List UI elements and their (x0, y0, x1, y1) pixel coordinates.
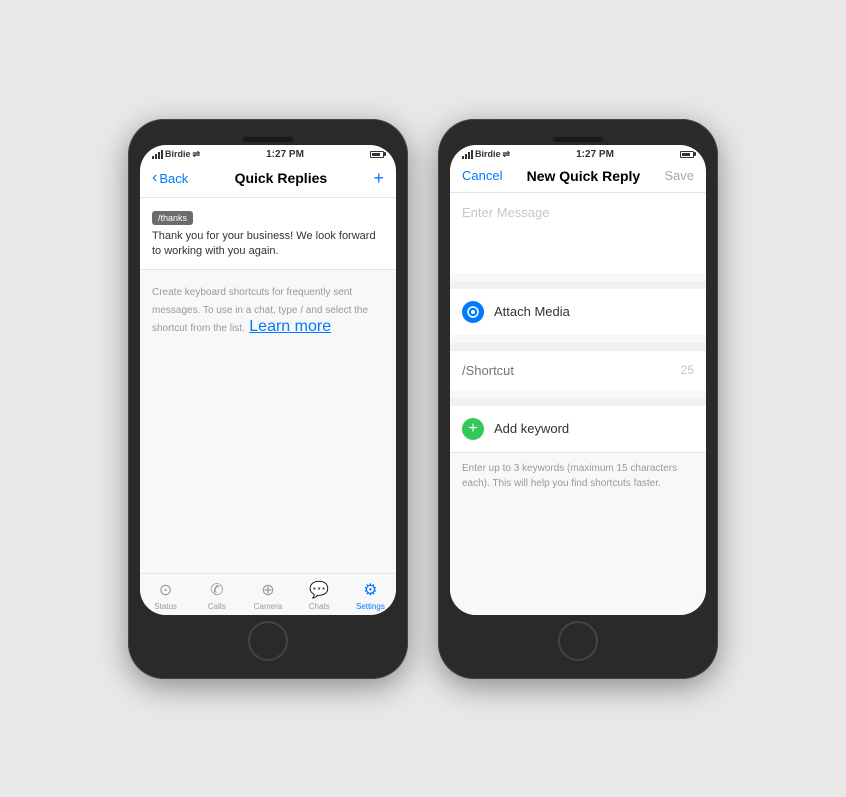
add-keyword-label: Add keyword (494, 421, 569, 436)
calls-tab-label: Calls (208, 602, 226, 611)
shortcut-tag: /thanks (152, 211, 193, 225)
keyword-hint-text: Enter up to 3 keywords (maximum 15 chara… (462, 461, 694, 491)
battery-fill-2 (682, 153, 690, 156)
signal-bars-1 (152, 150, 163, 159)
battery-fill-1 (372, 153, 380, 156)
add-reply-button[interactable]: + (373, 168, 384, 189)
battery-tip-1 (384, 152, 386, 156)
time-1: 1:27 PM (266, 149, 304, 160)
signal-bar-3 (158, 152, 160, 159)
learn-more-link[interactable]: Learn more (249, 318, 331, 335)
phones-container: Birdie ⇌ 1:27 PM ‹ Back Quick Replies (108, 99, 738, 699)
tab-camera[interactable]: ⊕ Camera (242, 580, 293, 611)
phone-new-reply: Birdie ⇌ 1:27 PM Cancel New Quick Reply … (438, 119, 718, 679)
shortcut-count: 25 (681, 363, 694, 377)
back-button[interactable]: ‹ Back (152, 169, 188, 187)
settings-tab-icon: ⚙ (363, 580, 377, 600)
status-left-1: Birdie ⇌ (152, 149, 200, 160)
shortcut-input[interactable] (462, 363, 681, 378)
shortcut-input-row: 25 (450, 351, 706, 390)
signal-bar-1 (152, 156, 154, 159)
save-button[interactable]: Save (664, 168, 694, 183)
phone-screen-2: Birdie ⇌ 1:27 PM Cancel New Quick Reply … (450, 145, 706, 615)
chats-tab-label: Chats (309, 602, 330, 611)
add-keyword-icon: + (462, 418, 484, 440)
tab-settings[interactable]: ⚙ Settings (345, 580, 396, 611)
section-divider-1 (450, 281, 706, 289)
tab-status[interactable]: ⊙ Status (140, 580, 191, 611)
message-placeholder: Enter Message (462, 205, 694, 220)
phone-screen-1: Birdie ⇌ 1:27 PM ‹ Back Quick Replies (140, 145, 396, 615)
phone-quick-replies: Birdie ⇌ 1:27 PM ‹ Back Quick Replies (128, 119, 408, 679)
status-bar-2: Birdie ⇌ 1:27 PM (450, 145, 706, 162)
tab-calls[interactable]: ✆ Calls (191, 580, 242, 611)
section-divider-2 (450, 343, 706, 351)
home-button-1[interactable] (248, 621, 288, 661)
home-button-2[interactable] (558, 621, 598, 661)
back-arrow-icon: ‹ (152, 169, 157, 187)
wifi-icon-2: ⇌ (503, 149, 511, 160)
signal-bar-2-3 (468, 152, 470, 159)
back-label: Back (159, 171, 188, 186)
signal-bar-2-4 (471, 150, 473, 159)
reply-text: Thank you for your business! We look for… (152, 229, 384, 260)
settings-tab-label: Settings (356, 602, 385, 611)
carrier-name-2: Birdie (475, 149, 501, 159)
section-divider-3 (450, 398, 706, 406)
signal-bar-2-1 (462, 156, 464, 159)
nav-bar-2: Cancel New Quick Reply Save (450, 162, 706, 193)
attach-media-section: Attach Media (450, 289, 706, 335)
time-2: 1:27 PM (576, 149, 614, 160)
phone-speaker (243, 137, 293, 142)
phone-top-bar-2 (450, 131, 706, 145)
status-left-2: Birdie ⇌ (462, 149, 510, 160)
phone-speaker-2 (553, 137, 603, 142)
tab-bar-1: ⊙ Status ✆ Calls ⊕ Camera 💬 Chats ⚙ S (140, 573, 396, 615)
battery-tip-2 (694, 152, 696, 156)
add-keyword-button[interactable]: + Add keyword (450, 406, 706, 452)
chats-tab-icon: 💬 (309, 580, 329, 600)
keyword-hint: Enter up to 3 keywords (maximum 15 chara… (450, 453, 706, 503)
shortcut-section: 25 (450, 351, 706, 390)
info-section: Create keyboard shortcuts for frequently… (140, 270, 396, 348)
signal-bar-4 (161, 150, 163, 159)
phone-top-bar (140, 131, 396, 145)
attach-media-label: Attach Media (494, 304, 570, 319)
status-bar-1: Birdie ⇌ 1:27 PM (140, 145, 396, 162)
cancel-button[interactable]: Cancel (462, 168, 502, 183)
battery-icon-2 (680, 151, 694, 158)
nav-bar-1: ‹ Back Quick Replies + (140, 162, 396, 198)
quick-replies-list: /thanks Thank you for your business! We … (140, 198, 396, 271)
status-tab-icon: ⊙ (159, 580, 172, 600)
signal-bars-2 (462, 150, 473, 159)
signal-bar-2-2 (465, 154, 467, 159)
camera-tab-icon: ⊕ (261, 580, 274, 600)
message-section: Enter Message (450, 193, 706, 273)
calls-tab-icon: ✆ (210, 580, 223, 600)
battery-icon-1 (370, 151, 384, 158)
status-right-1 (370, 151, 384, 158)
tab-chats[interactable]: 💬 Chats (294, 580, 345, 611)
status-right-2 (680, 151, 694, 158)
nav-title-1: Quick Replies (235, 170, 328, 186)
screen-content-1: /thanks Thank you for your business! We … (140, 198, 396, 573)
nav-title-2: New Quick Reply (527, 168, 641, 184)
signal-bar-2 (155, 154, 157, 159)
attach-media-button[interactable]: Attach Media (450, 289, 706, 335)
keyword-section: + Add keyword Enter up to 3 keywords (ma… (450, 406, 706, 503)
carrier-name-1: Birdie (165, 149, 191, 159)
camera-tab-label: Camera (254, 602, 282, 611)
quick-reply-item[interactable]: /thanks Thank you for your business! We … (140, 198, 396, 271)
attach-media-icon (462, 301, 484, 323)
screen-content-2: Enter Message Attach Media (450, 193, 706, 615)
status-tab-label: Status (154, 602, 177, 611)
message-input-area[interactable]: Enter Message (450, 193, 706, 273)
wifi-icon-1: ⇌ (193, 149, 201, 160)
